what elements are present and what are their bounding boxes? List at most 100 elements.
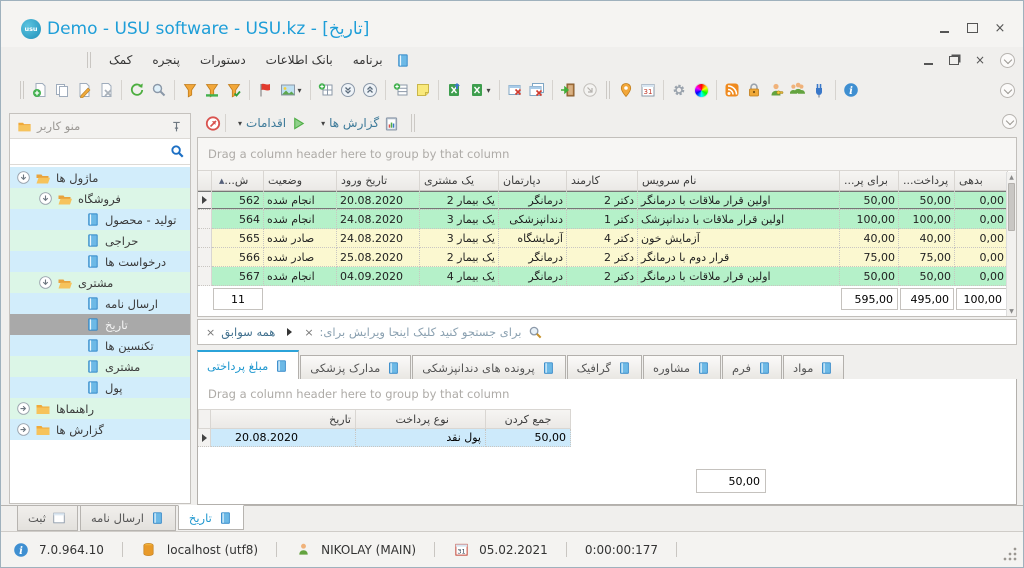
filter-scope-label[interactable]: همه سوابق — [221, 325, 275, 339]
column-header-department[interactable]: دپارتمان — [499, 171, 567, 191]
grid-row[interactable]: 566 صادر شده 25.08.2020 یک بیمار 2 درمان… — [198, 248, 1008, 267]
tab-history[interactable]: تاریخ — [177, 505, 244, 530]
tab-form[interactable]: فرم — [722, 355, 782, 379]
tab-register[interactable]: ثبت — [17, 506, 78, 531]
expand-arrow-icon[interactable] — [16, 422, 31, 437]
collapse-arrow-icon[interactable] — [38, 191, 53, 206]
tree-item-history[interactable]: تاریخ — [10, 314, 190, 335]
child-minimize-button[interactable] — [921, 53, 935, 67]
search-icon[interactable] — [148, 78, 170, 102]
minimize-button[interactable] — [937, 21, 951, 35]
cancel-icon[interactable] — [205, 115, 221, 131]
filter-icon[interactable] — [179, 78, 201, 102]
child-close-button[interactable]: × — [973, 53, 987, 67]
tab-consultation[interactable]: مشاوره — [642, 355, 721, 379]
grid-row[interactable]: 567 انجام شده 04.09.2020 یک بیمار 4 درما… — [198, 267, 1008, 286]
tab-materials[interactable]: مواد — [782, 355, 845, 379]
user-groups-icon[interactable] — [787, 78, 809, 102]
edit-record-icon[interactable] — [73, 78, 95, 102]
close-button[interactable]: × — [993, 21, 1007, 36]
column-header-paid[interactable]: پرداخت... — [899, 171, 955, 191]
menu-database[interactable]: بانک اطلاعات — [258, 50, 341, 70]
location-icon[interactable] — [615, 78, 637, 102]
reports-button[interactable]: ▾ گزارش ها — [313, 113, 406, 133]
column-header-entry-date[interactable]: تاریخ ورود — [337, 171, 420, 191]
menu-help[interactable]: کمک — [101, 50, 140, 70]
pin-icon[interactable] — [168, 118, 184, 134]
tree-item-modules[interactable]: ماژول ها — [10, 167, 190, 188]
column-header-customer[interactable]: یک مشتری — [420, 171, 499, 191]
settings-icon[interactable] — [668, 78, 690, 102]
tree-item-auction[interactable]: حراجی — [10, 230, 190, 251]
linked-record-icon[interactable] — [579, 78, 601, 102]
child-restore-button[interactable] — [947, 53, 961, 67]
tree-item-customer[interactable]: مشتری — [10, 356, 190, 377]
actionsbar-overflow-button[interactable] — [1002, 114, 1017, 129]
menubar-overflow-button[interactable] — [1000, 53, 1015, 68]
filter-applied-icon[interactable] — [201, 78, 223, 102]
tree-item-send-letter[interactable]: ارسال نامه — [10, 293, 190, 314]
tab-paid-amount[interactable]: مبلغ پرداختی — [197, 350, 300, 379]
scroll-down-icon[interactable]: ▼ — [1007, 306, 1016, 316]
grid-vertical-scrollbar[interactable]: ▲ ▼ — [1006, 172, 1016, 316]
scroll-up-icon[interactable]: ▲ — [1007, 172, 1016, 182]
clear-search-icon[interactable]: × — [304, 326, 313, 339]
find-icon[interactable] — [528, 324, 544, 340]
note-icon[interactable] — [412, 78, 434, 102]
tree-item-guides[interactable]: راهنماها — [10, 398, 190, 419]
tab-graphic[interactable]: گرافیک — [566, 355, 642, 379]
group-by-panel[interactable]: Drag a column header here to group by th… — [198, 138, 1016, 171]
actions-button[interactable]: ▾ اقدامات — [230, 113, 313, 133]
menubar-grip[interactable] — [87, 52, 91, 68]
column-header-for-pay[interactable]: برای پر... — [840, 171, 899, 191]
grid-row[interactable]: 565 صادر شده 24.08.2020 یک بیمار 3 آزمای… — [198, 229, 1008, 248]
column-header-debt[interactable]: بدهی — [955, 171, 1008, 191]
expand-all-icon[interactable] — [359, 78, 381, 102]
menu-window[interactable]: پنجره — [144, 50, 188, 70]
tree-item-money[interactable]: پول — [10, 377, 190, 398]
toolbar-grip[interactable] — [20, 81, 24, 99]
column-header-sum[interactable]: جمع کردن — [486, 409, 571, 429]
group-by-panel[interactable]: Drag a column header here to group by th… — [198, 379, 1016, 409]
tab-medical-documents[interactable]: مدارک پزشکی — [300, 355, 412, 379]
collapse-all-icon[interactable] — [337, 78, 359, 102]
sidebar-search-icon[interactable] — [169, 144, 185, 160]
calendar-icon[interactable]: 31 — [637, 78, 659, 102]
copy-record-icon[interactable] — [51, 78, 73, 102]
expand-arrow-icon[interactable] — [16, 401, 31, 416]
color-scheme-icon[interactable] — [690, 78, 712, 102]
collapse-arrow-icon[interactable] — [16, 170, 31, 185]
sidebar-search-input[interactable] — [15, 141, 169, 162]
column-header-status[interactable]: وضعیت — [264, 171, 337, 191]
tree-item-customer-group[interactable]: مشتری — [10, 272, 190, 293]
excel-export-icon[interactable] — [443, 78, 465, 102]
resize-grip[interactable] — [1003, 547, 1017, 561]
grid-row[interactable]: 564 انجام شده 24.08.2020 یک بیمار 3 دندا… — [198, 210, 1008, 229]
excel-import-menu-icon[interactable]: ▾ — [465, 78, 495, 102]
flag-icon[interactable] — [254, 78, 276, 102]
close-all-windows-icon[interactable] — [526, 78, 548, 102]
search-hint[interactable]: برای جستجو کنید کلیک اینجا ویرایش برای: — [320, 325, 522, 339]
clear-filter-icon[interactable]: × — [206, 326, 215, 339]
tree-item-reports[interactable]: گزارش ها — [10, 419, 190, 440]
tree-item-requests[interactable]: درخواست ها — [10, 251, 190, 272]
filter-check-icon[interactable] — [223, 78, 245, 102]
close-window-icon[interactable] — [504, 78, 526, 102]
tree-item-production-product[interactable]: تولید - محصول — [10, 209, 190, 230]
toolbar-overflow-button[interactable] — [1000, 83, 1015, 98]
column-header-payment-type[interactable]: نوع پرداخت — [356, 409, 486, 429]
actionsbar-grip[interactable] — [411, 114, 416, 132]
tree-item-shop[interactable]: فروشگاه — [10, 188, 190, 209]
column-header-employee[interactable]: کارمند — [567, 171, 638, 191]
filter-dropdown-icon[interactable] — [287, 328, 293, 336]
scrollbar-thumb[interactable] — [1008, 183, 1015, 231]
image-menu-icon[interactable]: ▾ — [276, 78, 306, 102]
plugin-icon[interactable] — [809, 78, 831, 102]
exit-icon[interactable] — [557, 78, 579, 102]
tab-dental-records[interactable]: پرونده های دندانپزشکی — [412, 355, 566, 379]
subgrid-row[interactable]: 20.08.2020 پول نقد 50,00 — [198, 429, 1016, 447]
grid-row[interactable]: 562 انجام شده 20.08.2020 یک بیمار 2 درما… — [198, 191, 1008, 210]
maximize-button[interactable] — [965, 21, 979, 35]
tab-send-letter[interactable]: ارسال نامه — [79, 506, 176, 531]
delete-record-icon[interactable] — [95, 78, 117, 102]
